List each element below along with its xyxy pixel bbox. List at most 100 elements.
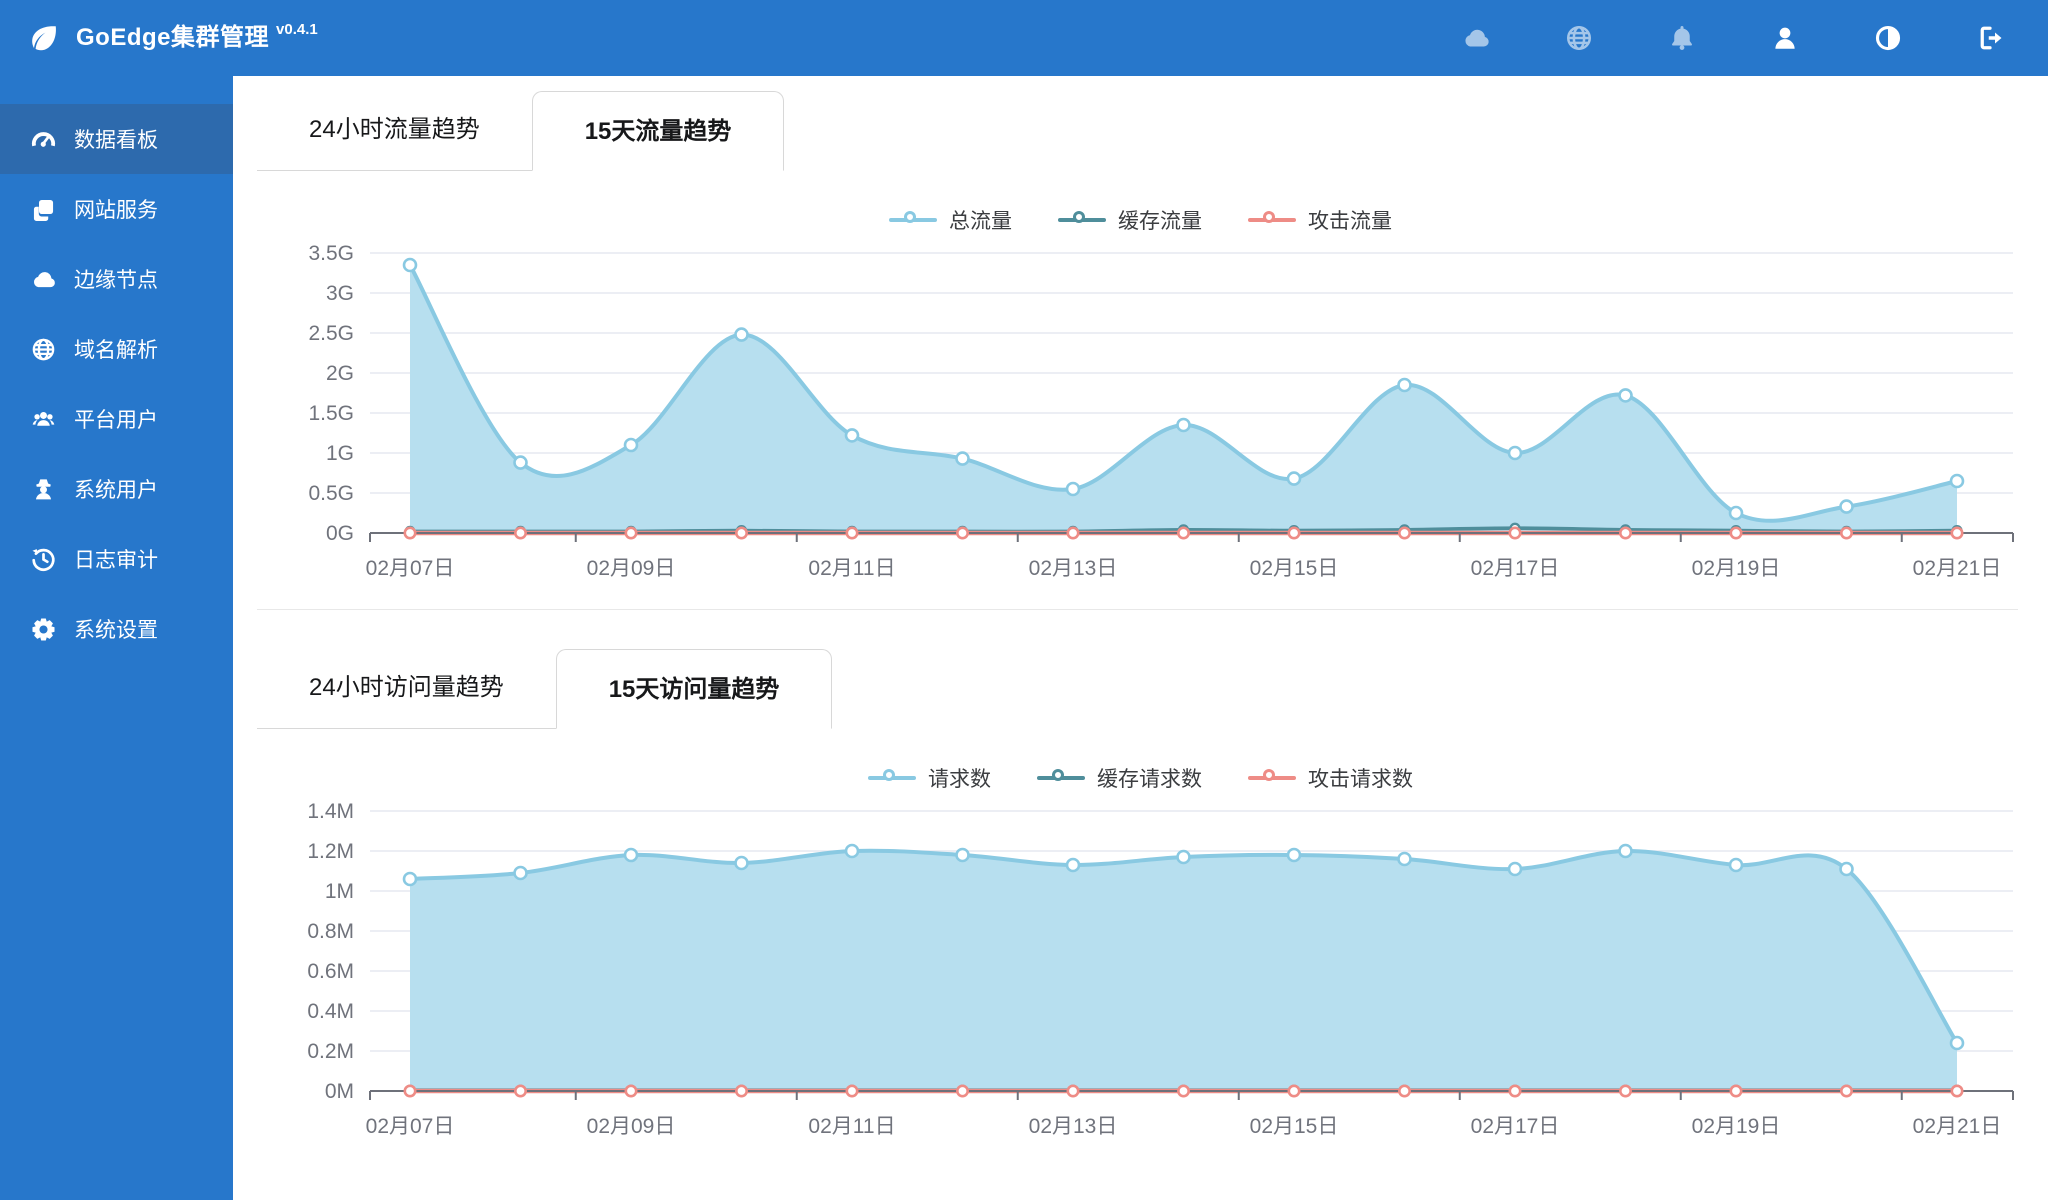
- traffic-trend-legend: 总流量 缓存流量 攻击流量: [233, 207, 2048, 233]
- requests-trend-legend: 请求数 缓存请求数 攻击请求数: [233, 765, 2048, 791]
- dashboard-icon: [30, 126, 57, 153]
- app-title: GoEdge集群管理: [76, 24, 270, 51]
- y-axis-label: 2.5G: [308, 322, 354, 345]
- panel-divider: [257, 609, 2018, 610]
- legend-marker-icon: [1248, 769, 1296, 787]
- sidebar-item-8[interactable]: 系统设置: [0, 594, 233, 664]
- user-icon[interactable]: [1770, 23, 1800, 53]
- y-axis-label: 3.5G: [308, 242, 354, 265]
- sidebar-item-3[interactable]: 边缘节点: [0, 244, 233, 314]
- sidebar-item-label: 数据看板: [74, 129, 158, 152]
- tab-traffic-trend-1[interactable]: 24小时流量趋势: [257, 90, 532, 170]
- legend-label: 总流量: [949, 210, 1012, 233]
- cloud-icon: [30, 266, 57, 293]
- globe-icon: [30, 336, 57, 363]
- area-fill: [410, 850, 1957, 1091]
- legend-marker-icon: [1037, 769, 1085, 787]
- globe-icon[interactable]: [1564, 23, 1594, 53]
- x-axis-label: 02月17日: [1471, 1115, 1560, 1138]
- sidebar-item-label: 网站服务: [74, 199, 158, 222]
- x-axis-label: 02月09日: [587, 1115, 676, 1138]
- sidebar: 数据看板网站服务边缘节点域名解析平台用户系统用户日志审计系统设置: [0, 76, 233, 1200]
- x-axis-label: 02月11日: [808, 557, 895, 580]
- y-axis-label: 0G: [326, 522, 354, 545]
- legend-item-攻击流量[interactable]: 攻击流量: [1248, 205, 1392, 235]
- tab-traffic-trend-2[interactable]: 15天流量趋势: [531, 91, 785, 171]
- requests-trend-panel: 24小时访问量趋势 15天访问量趋势 请求数 缓存请求数 攻击请求数 1.4M 1.2M 1M…: [233, 648, 2048, 1143]
- sidebar-item-label: 域名解析: [74, 339, 158, 362]
- sidebar-item-label: 系统用户: [74, 479, 158, 502]
- main-content: 24小时流量趋势 15天流量趋势总流量 缓存流量 攻击流量 3.5G 3G 2.5G 2G 1.…: [233, 76, 2048, 1200]
- brand: GoEdge集群管理 v0.4.1: [0, 20, 318, 56]
- legend-item-缓存请求数[interactable]: 缓存请求数: [1037, 763, 1202, 793]
- requests-trend-chart: 1.4M 1.2M 1M 0.8M 0.6M 0.4M 0.2M 0M 02月07日 02月09日…: [307, 800, 2014, 1138]
- user-secret-icon: [30, 476, 57, 503]
- y-axis-label: 0.4M: [307, 1000, 354, 1023]
- traffic-trend-tabs: 24小时流量趋势 15天流量趋势: [257, 90, 785, 171]
- cloud-icon[interactable]: [1461, 23, 1491, 53]
- legend-label: 攻击流量: [1308, 210, 1392, 233]
- x-axis-label: 02月21日: [1913, 557, 2002, 580]
- contrast-icon[interactable]: [1873, 23, 1903, 53]
- header-nav: [1461, 23, 2048, 53]
- y-axis-label: 1M: [325, 880, 354, 903]
- x-axis-label: 02月09日: [587, 557, 676, 580]
- x-axis-label: 02月17日: [1471, 557, 1560, 580]
- history-icon: [30, 546, 57, 573]
- y-axis-label: 3G: [326, 282, 354, 305]
- traffic-trend-chart: 3.5G 3G 2.5G 2G 1.5G 1G 0.5G 0G 02月07日 02月09日 02月1…: [308, 242, 2014, 580]
- sidebar-item-1[interactable]: 数据看板: [0, 104, 233, 174]
- x-axis-label: 02月21日: [1913, 1115, 2002, 1138]
- y-axis-label: 1.5G: [308, 402, 354, 425]
- x-axis-label: 02月11日: [808, 1115, 895, 1138]
- bell-icon[interactable]: [1667, 23, 1697, 53]
- app-header: GoEdge集群管理 v0.4.1: [0, 0, 2048, 76]
- legend-item-请求数[interactable]: 请求数: [868, 763, 991, 793]
- x-axis-label: 02月15日: [1250, 557, 1339, 580]
- y-axis-label: 1.4M: [307, 800, 354, 823]
- gear-icon: [30, 616, 57, 643]
- sidebar-item-label: 平台用户: [74, 409, 158, 432]
- app-version: v0.4.1: [276, 21, 318, 38]
- y-axis-label: 1G: [326, 442, 354, 465]
- users-icon: [30, 406, 57, 433]
- signout-icon[interactable]: [1976, 23, 2006, 53]
- y-axis-label: 0.2M: [307, 1040, 354, 1063]
- traffic-trend-panel: 24小时流量趋势 15天流量趋势总流量 缓存流量 攻击流量 3.5G 3G 2.5G 2G 1.…: [233, 90, 2048, 585]
- sidebar-item-2[interactable]: 网站服务: [0, 174, 233, 244]
- legend-label: 缓存流量: [1118, 210, 1202, 233]
- legend-item-攻击请求数[interactable]: 攻击请求数: [1248, 763, 1413, 793]
- x-axis-label: 02月13日: [1029, 557, 1118, 580]
- legend-marker-icon: [1058, 211, 1106, 229]
- legend-item-总流量[interactable]: 总流量: [889, 205, 1012, 235]
- sidebar-item-6[interactable]: 系统用户: [0, 454, 233, 524]
- x-axis-label: 02月19日: [1692, 557, 1781, 580]
- legend-label: 攻击请求数: [1308, 768, 1413, 791]
- y-axis-label: 0M: [325, 1080, 354, 1103]
- legend-label: 缓存请求数: [1097, 768, 1202, 791]
- y-axis-label: 0.6M: [307, 960, 354, 983]
- sidebar-item-4[interactable]: 域名解析: [0, 314, 233, 384]
- y-axis-label: 0.8M: [307, 920, 354, 943]
- tab-requests-trend-1[interactable]: 24小时访问量趋势: [257, 648, 556, 728]
- sidebar-item-label: 系统设置: [74, 619, 158, 642]
- x-axis-label: 02月19日: [1692, 1115, 1781, 1138]
- sites-icon: [30, 196, 57, 223]
- sidebar-item-label: 日志审计: [74, 549, 158, 572]
- y-axis-label: 0.5G: [308, 482, 354, 505]
- x-axis-label: 02月07日: [366, 1115, 455, 1138]
- legend-item-缓存流量[interactable]: 缓存流量: [1058, 205, 1202, 235]
- x-axis-label: 02月07日: [366, 557, 455, 580]
- x-axis-label: 02月13日: [1029, 1115, 1118, 1138]
- sidebar-item-5[interactable]: 平台用户: [0, 384, 233, 454]
- tab-requests-trend-2[interactable]: 15天访问量趋势: [555, 649, 833, 729]
- y-axis-label: 2G: [326, 362, 354, 385]
- sidebar-item-7[interactable]: 日志审计: [0, 524, 233, 594]
- requests-trend-tabs: 24小时访问量趋势 15天访问量趋势: [257, 648, 833, 729]
- leaf-logo-icon: [28, 22, 60, 54]
- legend-label: 请求数: [928, 768, 991, 791]
- sidebar-item-label: 边缘节点: [74, 269, 158, 292]
- x-axis-label: 02月15日: [1250, 1115, 1339, 1138]
- legend-marker-icon: [889, 211, 937, 229]
- legend-marker-icon: [1248, 211, 1296, 229]
